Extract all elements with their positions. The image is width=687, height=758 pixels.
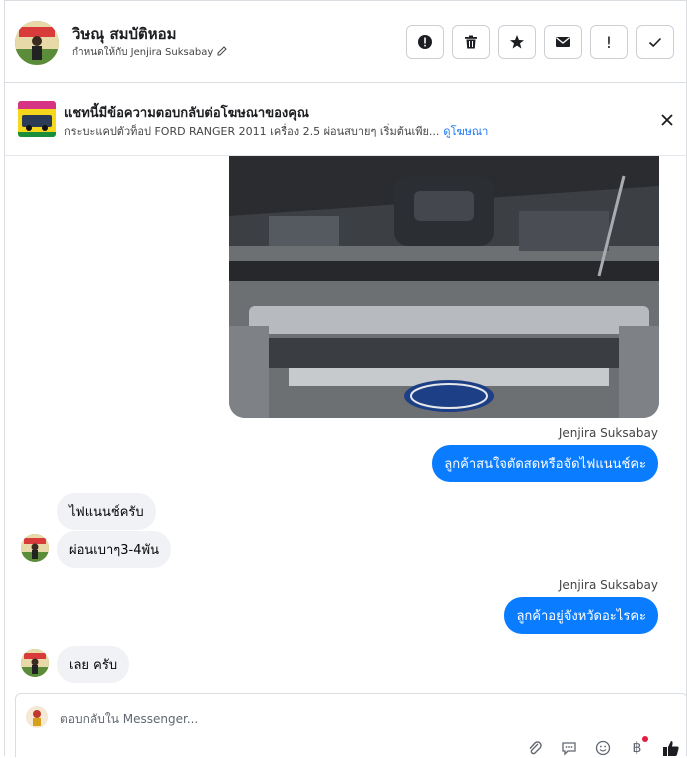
mark-unread-button[interactable]: [544, 25, 582, 59]
payment-button[interactable]: ฿: [627, 736, 648, 758]
assignee-label[interactable]: กำหนดให้กับ Jenjira Suksabay: [72, 45, 227, 60]
notification-dot: [642, 736, 648, 742]
ad-reply-banner: แชทนี้มีข้อความตอบกลับต่อโฆษณาของคุณ กระ…: [5, 84, 686, 156]
check-icon: [648, 37, 662, 48]
contact-avatar-small: [21, 534, 49, 562]
emoji-button[interactable]: [593, 738, 613, 758]
attached-car-photo[interactable]: [229, 156, 659, 418]
sender-name: Jenjira Suksabay: [558, 426, 658, 440]
delete-button[interactable]: [452, 25, 490, 59]
baht-icon: ฿: [632, 740, 642, 756]
mail-icon: [556, 37, 570, 47]
incoming-message[interactable]: เลย ครับ: [57, 646, 130, 683]
incoming-message[interactable]: ไฟแนนช์ครับ: [57, 493, 156, 530]
outgoing-message[interactable]: ลูกค้าสนใจตัดสดหรือจัดไฟแนนช์คะ: [432, 445, 658, 482]
paperclip-icon: [529, 741, 542, 755]
alert-icon: [418, 35, 432, 49]
star-icon: [510, 35, 524, 49]
reply-composer[interactable]: ตอบกลับใน Messenger... ฿: [15, 693, 687, 757]
exclamation-label: !: [605, 32, 613, 52]
like-button[interactable]: [661, 738, 681, 758]
contact-avatar-small: [21, 649, 49, 677]
ad-description: กระบะแคปตัวท็อป FORD RANGER 2011 เครื่อง…: [64, 125, 440, 138]
contact-name: วิษณุ สมบัติหอม: [72, 25, 177, 43]
reply-input[interactable]: ตอบกลับใน Messenger...: [60, 710, 198, 729]
view-ad-link[interactable]: ดูโฆษณา: [443, 125, 488, 138]
header-actions: !: [406, 25, 674, 59]
attach-button[interactable]: [525, 738, 545, 758]
follow-up-button[interactable]: !: [590, 25, 628, 59]
saved-replies-button[interactable]: [559, 738, 579, 758]
ad-banner-title: แชทนี้มีข้อความตอบกลับต่อโฆษณาของคุณ: [64, 106, 309, 121]
outgoing-message[interactable]: ลูกค้าอยู่จังหวัดอะไรคะ: [504, 597, 658, 634]
composer-tools: ฿: [525, 736, 681, 758]
chat-bubble-icon: [562, 742, 576, 756]
ad-banner-subtitle: กระบะแคปตัวท็อป FORD RANGER 2011 เครื่อง…: [64, 122, 488, 140]
close-icon: [661, 114, 673, 126]
page-avatar: [26, 706, 48, 728]
pencil-icon[interactable]: [217, 46, 227, 59]
smiley-icon: [595, 740, 611, 756]
ad-thumbnail[interactable]: [18, 101, 56, 137]
contact-avatar[interactable]: [15, 21, 59, 65]
close-banner-button[interactable]: [656, 109, 678, 131]
star-button[interactable]: [498, 25, 536, 59]
incoming-message[interactable]: ผ่อนเบาๆ3-4พัน: [57, 531, 171, 568]
conversation-panel: วิษณุ สมบัติหอม กำหนดให้กับ Jenjira Suks…: [4, 0, 687, 757]
sender-name: Jenjira Suksabay: [558, 578, 658, 592]
mark-spam-button[interactable]: [406, 25, 444, 59]
thumbs-up-icon: [663, 741, 679, 756]
trash-icon: [465, 35, 477, 49]
mark-done-button[interactable]: [636, 25, 674, 59]
conversation-header: วิษณุ สมบัติหอม กำหนดให้กับ Jenjira Suks…: [5, 1, 686, 83]
assignee-text: กำหนดให้กับ Jenjira Suksabay: [72, 47, 214, 58]
